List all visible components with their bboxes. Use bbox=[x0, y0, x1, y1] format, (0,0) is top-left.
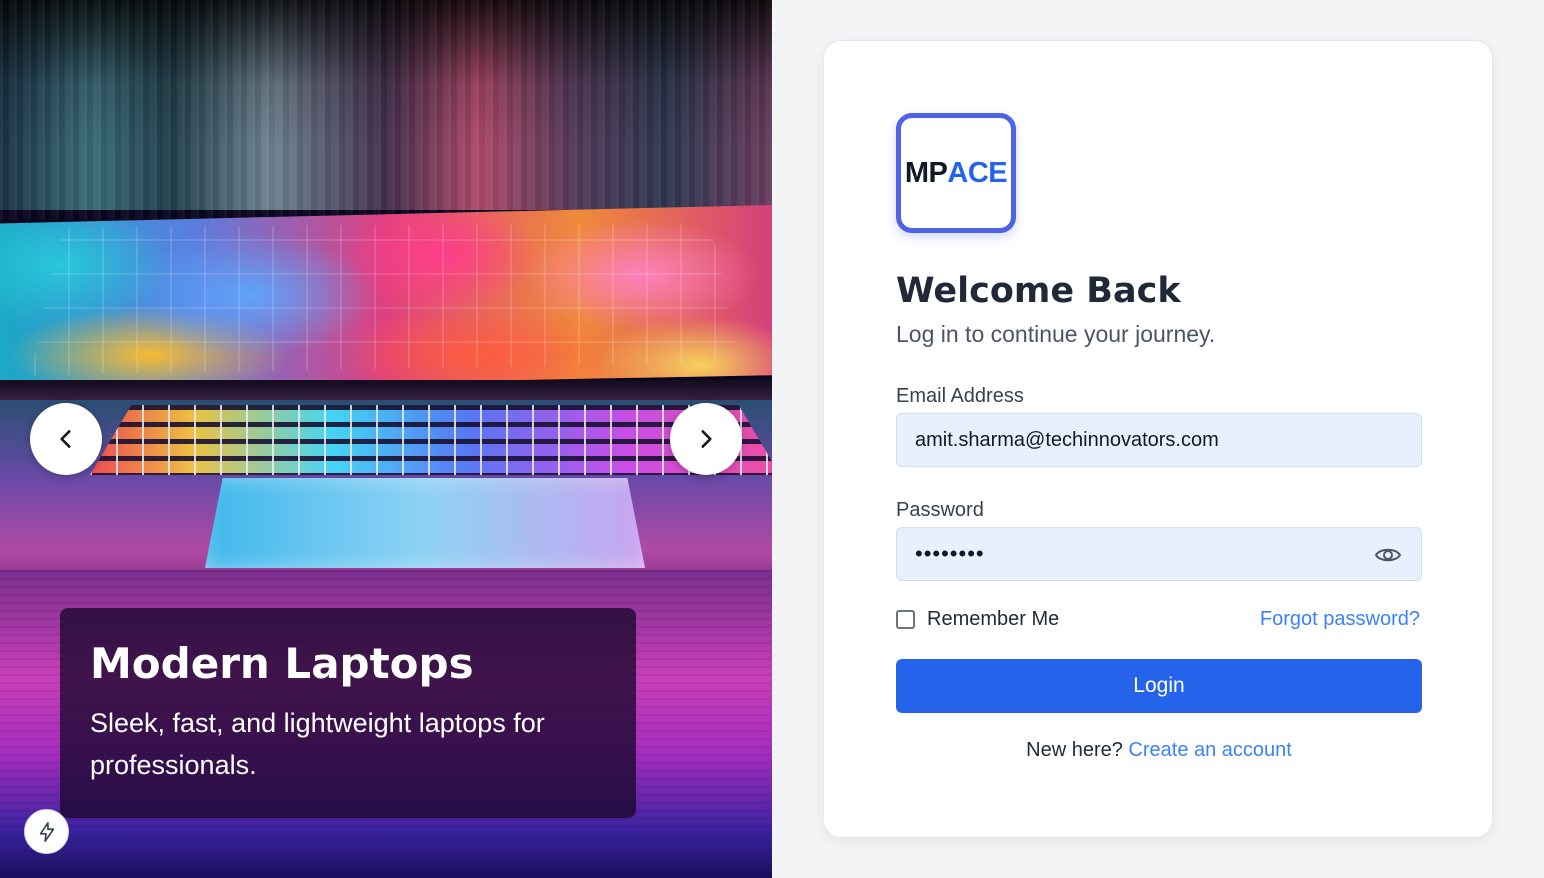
brand-logo: MP ACE bbox=[896, 113, 1016, 233]
page-title: Welcome Back bbox=[896, 271, 1181, 311]
chevron-right-icon bbox=[701, 430, 712, 448]
toggle-password-visibility-button[interactable] bbox=[1373, 541, 1403, 569]
lightning-bolt-icon bbox=[39, 821, 54, 842]
email-value: amit.sharma@techinnovators.com bbox=[915, 428, 1219, 451]
forgot-password-link[interactable]: Forgot password? bbox=[1260, 608, 1420, 631]
chevron-left-icon bbox=[60, 430, 71, 448]
password-field[interactable]: •••••••• bbox=[896, 527, 1422, 581]
login-card: MP ACE Welcome Back Log in to continue yo… bbox=[823, 40, 1493, 838]
signup-prompt: New here? Create an account bbox=[824, 739, 1494, 762]
hero-carousel: Modern Laptops Sleek, fast, and lightwei… bbox=[0, 0, 772, 878]
lightning-bolt-button[interactable] bbox=[24, 809, 69, 854]
carousel-next-button[interactable] bbox=[670, 403, 742, 475]
signup-prompt-text: New here? bbox=[1026, 739, 1123, 761]
slide-caption: Modern Laptops Sleek, fast, and lightwei… bbox=[60, 608, 636, 818]
logo-text-ace: ACE bbox=[947, 156, 1008, 189]
laptop-trackpad-image bbox=[205, 478, 645, 568]
password-value: •••••••• bbox=[915, 541, 985, 566]
eye-icon bbox=[1374, 548, 1402, 562]
logo-text-mp: MP bbox=[904, 156, 948, 189]
create-account-link[interactable]: Create an account bbox=[1128, 739, 1291, 761]
remember-me-checkbox[interactable] bbox=[896, 610, 915, 629]
carousel-prev-button[interactable] bbox=[30, 403, 102, 475]
page-subtitle: Log in to continue your journey. bbox=[896, 321, 1216, 347]
login-button[interactable]: Login bbox=[896, 659, 1422, 713]
remember-me[interactable]: Remember Me bbox=[896, 608, 1059, 631]
remember-me-label: Remember Me bbox=[927, 608, 1060, 630]
password-label: Password bbox=[896, 499, 984, 521]
email-field[interactable]: amit.sharma@techinnovators.com bbox=[896, 413, 1422, 467]
slide-title: Modern Laptops bbox=[90, 639, 474, 688]
slide-description: Sleek, fast, and lightweight laptops for… bbox=[90, 708, 545, 780]
email-label: Email Address bbox=[896, 385, 1024, 407]
